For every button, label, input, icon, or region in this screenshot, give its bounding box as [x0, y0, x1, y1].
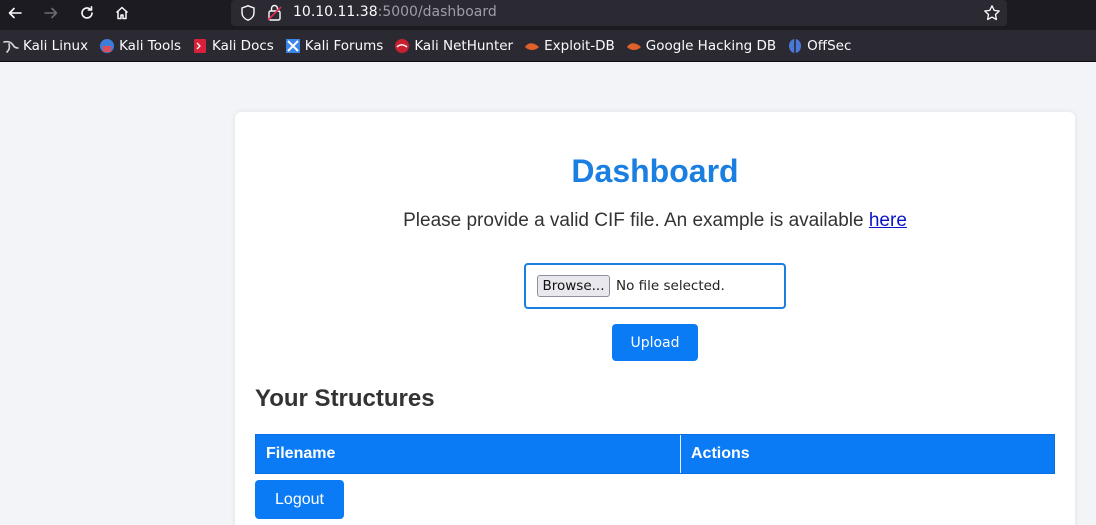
bookmark-label: Kali NetHunter [414, 37, 514, 54]
browse-button[interactable]: Browse... [537, 275, 610, 297]
home-button[interactable] [109, 2, 135, 24]
bookmarks-bar: Kali Linux Kali Tools Kali Docs Kali For… [0, 30, 1096, 61]
insecure-lock-icon[interactable] [266, 3, 284, 23]
arrow-right-icon [44, 7, 58, 19]
structures-heading: Your Structures [255, 385, 435, 412]
example-link[interactable]: here [869, 210, 907, 231]
bookmark-label: Kali Docs [212, 37, 274, 54]
browser-toolbar: 10.10.11.38:5000/dashboard [0, 0, 1096, 30]
url-text[interactable]: 10.10.11.38:5000/dashboard [293, 4, 497, 21]
upload-button[interactable]: Upload [612, 324, 698, 361]
home-icon [115, 6, 129, 20]
kali-tools-icon [100, 38, 115, 53]
url-host: 10.10.11.38 [293, 4, 378, 20]
intro-message: Please provide a valid CIF file. An exam… [403, 210, 869, 231]
back-button[interactable] [2, 2, 28, 24]
exploit-db-icon [525, 42, 540, 50]
url-path: :5000/dashboard [377, 4, 497, 20]
kali-dragon-icon [3, 40, 19, 53]
bookmark-label: Google Hacking DB [645, 37, 777, 54]
bookmark-kali-forums[interactable]: Kali Forums [285, 37, 384, 54]
bookmark-offsec[interactable]: OffSec [787, 38, 851, 54]
kali-forums-icon [285, 38, 300, 53]
bookmark-label: Kali Forums [304, 37, 384, 54]
bookmark-kali-docs[interactable]: Kali Docs [192, 38, 274, 54]
bookmark-exploit-db[interactable]: Exploit-DB [524, 38, 615, 54]
bookmark-label: Exploit-DB [544, 37, 615, 54]
bookmark-label: Kali Linux [23, 37, 89, 54]
bookmark-label: Kali Tools [119, 37, 181, 54]
bookmark-star-icon[interactable] [983, 4, 1001, 22]
chrome-divider [0, 61, 1096, 62]
kali-nethunter-icon [395, 38, 410, 53]
offsec-icon [789, 38, 802, 53]
logout-button[interactable]: Logout [255, 480, 344, 519]
bookmark-kali-nethunter[interactable]: Kali NetHunter [394, 38, 513, 54]
intro-text: Please provide a valid CIF file. An exam… [0, 210, 1096, 232]
page-title: Dashboard [571, 153, 739, 189]
kali-docs-icon [194, 38, 206, 53]
bookmark-kali-linux[interactable]: Kali Linux [3, 38, 88, 54]
shield-icon[interactable] [239, 4, 257, 22]
arrow-left-icon [8, 7, 22, 19]
file-status-text: No file selected. [616, 278, 725, 294]
ghdb-icon [626, 42, 641, 50]
forward-button[interactable] [38, 2, 64, 24]
column-header-actions: Actions [691, 445, 750, 462]
reload-icon [81, 6, 93, 19]
address-bar[interactable]: 10.10.11.38:5000/dashboard [231, 0, 1007, 26]
bookmark-google-hacking-db[interactable]: Google Hacking DB [626, 38, 776, 54]
reload-button[interactable] [74, 2, 100, 24]
bookmark-label: OffSec [807, 37, 852, 54]
bookmark-kali-tools[interactable]: Kali Tools [99, 38, 181, 54]
structures-table-header: Filename Actions [255, 434, 1055, 474]
file-input[interactable]: Browse... No file selected. [524, 263, 786, 309]
column-header-filename: Filename [256, 435, 681, 473]
